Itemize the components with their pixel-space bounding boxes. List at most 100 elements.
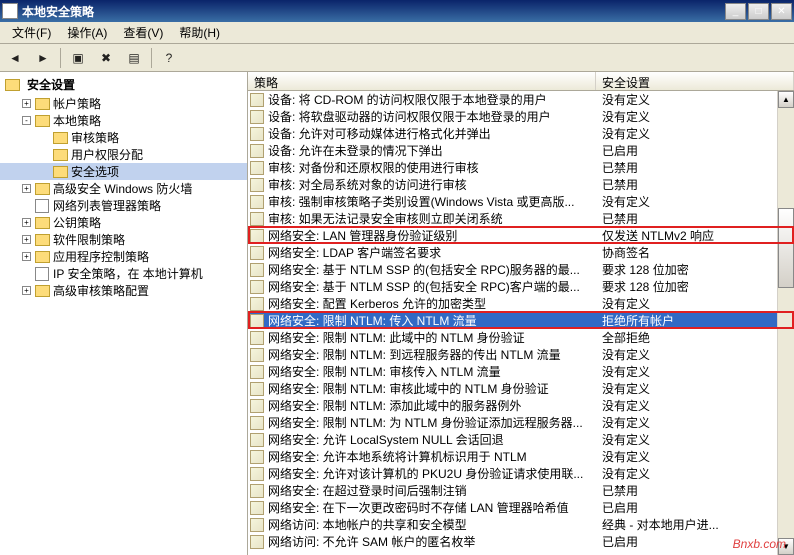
- back-button[interactable]: ◄: [4, 47, 26, 69]
- policy-setting: 没有定义: [596, 431, 794, 448]
- list-row[interactable]: 设备: 将 CD-ROM 的访问权限仅限于本地登录的用户没有定义: [248, 91, 794, 108]
- menu-action[interactable]: 操作(A): [59, 22, 115, 43]
- menu-file[interactable]: 文件(F): [4, 22, 59, 43]
- policy-item-icon: [248, 246, 266, 260]
- tree-item[interactable]: +高级审核策略配置: [0, 282, 247, 299]
- tree-item[interactable]: 安全选项: [0, 163, 247, 180]
- tree-item[interactable]: + 帐户策略: [0, 95, 247, 112]
- list-row[interactable]: 网络安全: 限制 NTLM: 为 NTLM 身份验证添加远程服务器...没有定义: [248, 414, 794, 431]
- tree-item[interactable]: +公钥策略: [0, 214, 247, 231]
- policy-setting: 仅发送 NTLMv2 响应: [596, 227, 794, 244]
- policy-setting: 没有定义: [596, 295, 794, 312]
- explore-button[interactable]: ▣: [67, 47, 89, 69]
- policy-item-icon: [248, 212, 266, 226]
- tree-root[interactable]: 安全设置: [0, 74, 247, 95]
- policy-item-icon: [248, 110, 266, 124]
- tree-root-label: 安全设置: [27, 76, 75, 93]
- scroll-thumb[interactable]: [778, 208, 794, 288]
- delete-button[interactable]: ✖: [95, 47, 117, 69]
- tree-item-label: 安全选项: [71, 163, 119, 180]
- scroll-up-button[interactable]: ▲: [778, 91, 794, 108]
- policy-item-icon: [248, 484, 266, 498]
- list-row[interactable]: 网络访问: 本地帐户的共享和安全模型经典 - 对本地用户进...: [248, 516, 794, 533]
- list-row[interactable]: 网络安全: 基于 NTLM SSP 的(包括安全 RPC)服务器的最...要求 …: [248, 261, 794, 278]
- list-row[interactable]: 审核: 强制审核策略子类别设置(Windows Vista 或更高版...没有定…: [248, 193, 794, 210]
- policy-item-icon: [248, 399, 266, 413]
- tree-item-label: 应用程序控制策略: [53, 248, 149, 265]
- tree-item[interactable]: +软件限制策略: [0, 231, 247, 248]
- tree-item[interactable]: +高级安全 Windows 防火墙: [0, 180, 247, 197]
- list-row[interactable]: 网络安全: 在下一次更改密码时不存储 LAN 管理器哈希值已启用: [248, 499, 794, 516]
- expand-icon[interactable]: +: [22, 286, 31, 295]
- policy-item-icon: [248, 331, 266, 345]
- tree-item[interactable]: IP 安全策略，在 本地计算机: [0, 265, 247, 282]
- list-row[interactable]: 网络访问: 不允许 SAM 帐户的匿名枚举已启用: [248, 533, 794, 550]
- list-row[interactable]: 网络安全: 允许对该计算机的 PKU2U 身份验证请求使用联...没有定义: [248, 465, 794, 482]
- properties-button[interactable]: ▤: [123, 47, 145, 69]
- expand-icon[interactable]: +: [22, 218, 31, 227]
- list-row[interactable]: 网络安全: 限制 NTLM: 到远程服务器的传出 NTLM 流量没有定义: [248, 346, 794, 363]
- list-row[interactable]: 网络安全: 限制 NTLM: 传入 NTLM 流量拒绝所有帐户: [248, 312, 794, 329]
- tree-item-label: 帐户策略: [53, 95, 101, 112]
- policy-item-icon: [248, 93, 266, 107]
- list-row[interactable]: 网络安全: 限制 NTLM: 审核此域中的 NTLM 身份验证没有定义: [248, 380, 794, 397]
- policy-name: 网络安全: 允许本地系统将计算机标识用于 NTLM: [266, 448, 596, 465]
- column-policy[interactable]: 策略: [248, 72, 596, 90]
- collapse-icon[interactable]: -: [22, 116, 31, 125]
- policy-setting: 要求 128 位加密: [596, 261, 794, 278]
- twist-blank: [40, 167, 49, 176]
- tree-item[interactable]: -本地策略: [0, 112, 247, 129]
- tree-item[interactable]: 用户权限分配: [0, 146, 247, 163]
- minimize-button[interactable]: _: [725, 3, 746, 20]
- tree-item[interactable]: + 应用程序控制策略: [0, 248, 247, 265]
- close-button[interactable]: ✕: [771, 3, 792, 20]
- list-row[interactable]: 审核: 如果无法记录安全审核则立即关闭系统已禁用: [248, 210, 794, 227]
- list-row[interactable]: 网络安全: 允许本地系统将计算机标识用于 NTLM没有定义: [248, 448, 794, 465]
- maximize-button[interactable]: □: [748, 3, 769, 20]
- tree-item[interactable]: 审核策略: [0, 129, 247, 146]
- list-row[interactable]: 网络安全: LDAP 客户端签名要求协商签名: [248, 244, 794, 261]
- policy-item-icon: [248, 263, 266, 277]
- policy-item-icon: [248, 433, 266, 447]
- expand-icon[interactable]: +: [22, 184, 31, 193]
- tree-pane[interactable]: 安全设置 + 帐户策略-本地策略审核策略用户权限分配安全选项+高级安全 Windo…: [0, 72, 248, 555]
- policy-name: 设备: 允许在未登录的情况下弹出: [266, 142, 596, 159]
- expand-icon[interactable]: +: [22, 252, 31, 261]
- column-setting[interactable]: 安全设置: [596, 72, 794, 90]
- policy-item-icon: [248, 127, 266, 141]
- list-row[interactable]: 网络安全: 限制 NTLM: 审核传入 NTLM 流量没有定义: [248, 363, 794, 380]
- policy-item-icon: [248, 280, 266, 294]
- menu-help[interactable]: 帮助(H): [171, 22, 228, 43]
- list-row[interactable]: 网络安全: LAN 管理器身份验证级别仅发送 NTLMv2 响应: [248, 227, 794, 244]
- list-row[interactable]: 设备: 允许对可移动媒体进行格式化并弹出没有定义: [248, 125, 794, 142]
- list-pane[interactable]: 策略 安全设置 设备: 将 CD-ROM 的访问权限仅限于本地登录的用户没有定义…: [248, 72, 794, 555]
- folder-icon: [34, 114, 50, 128]
- policy-name: 审核: 强制审核策略子类别设置(Windows Vista 或更高版...: [266, 193, 596, 210]
- help-button[interactable]: ?: [158, 47, 180, 69]
- policy-name: 设备: 将软盘驱动器的访问权限仅限于本地登录的用户: [266, 108, 596, 125]
- policy-setting: 没有定义: [596, 346, 794, 363]
- tree-item[interactable]: 网络列表管理器策略: [0, 197, 247, 214]
- list-row[interactable]: 网络安全: 限制 NTLM: 添加此域中的服务器例外没有定义: [248, 397, 794, 414]
- list-row[interactable]: 网络安全: 限制 NTLM: 此域中的 NTLM 身份验证全部拒绝: [248, 329, 794, 346]
- menu-view[interactable]: 查看(V): [115, 22, 171, 43]
- list-row[interactable]: 网络安全: 配置 Kerberos 允许的加密类型没有定义: [248, 295, 794, 312]
- list-header: 策略 安全设置: [248, 72, 794, 91]
- forward-button[interactable]: ►: [32, 47, 54, 69]
- list-row[interactable]: 审核: 对全局系统对象的访问进行审核已禁用: [248, 176, 794, 193]
- vertical-scrollbar[interactable]: ▲ ▼: [777, 91, 794, 555]
- twist-blank: [40, 133, 49, 142]
- policy-icon: [34, 199, 50, 213]
- policy-name: 审核: 如果无法记录安全审核则立即关闭系统: [266, 210, 596, 227]
- list-row[interactable]: 审核: 对备份和还原权限的使用进行审核已禁用: [248, 159, 794, 176]
- expand-icon[interactable]: +: [22, 235, 31, 244]
- list-row[interactable]: 网络安全: 在超过登录时间后强制注销已禁用: [248, 482, 794, 499]
- list-row[interactable]: 网络安全: 允许 LocalSystem NULL 会话回退没有定义: [248, 431, 794, 448]
- policy-item-icon: [248, 161, 266, 175]
- list-row[interactable]: 设备: 允许在未登录的情况下弹出已启用: [248, 142, 794, 159]
- list-row[interactable]: 设备: 将软盘驱动器的访问权限仅限于本地登录的用户没有定义: [248, 108, 794, 125]
- list-row[interactable]: 网络安全: 基于 NTLM SSP 的(包括安全 RPC)客户端的最...要求 …: [248, 278, 794, 295]
- policy-item-icon: [248, 416, 266, 430]
- expand-icon[interactable]: +: [22, 99, 31, 108]
- folder-icon: [4, 78, 20, 92]
